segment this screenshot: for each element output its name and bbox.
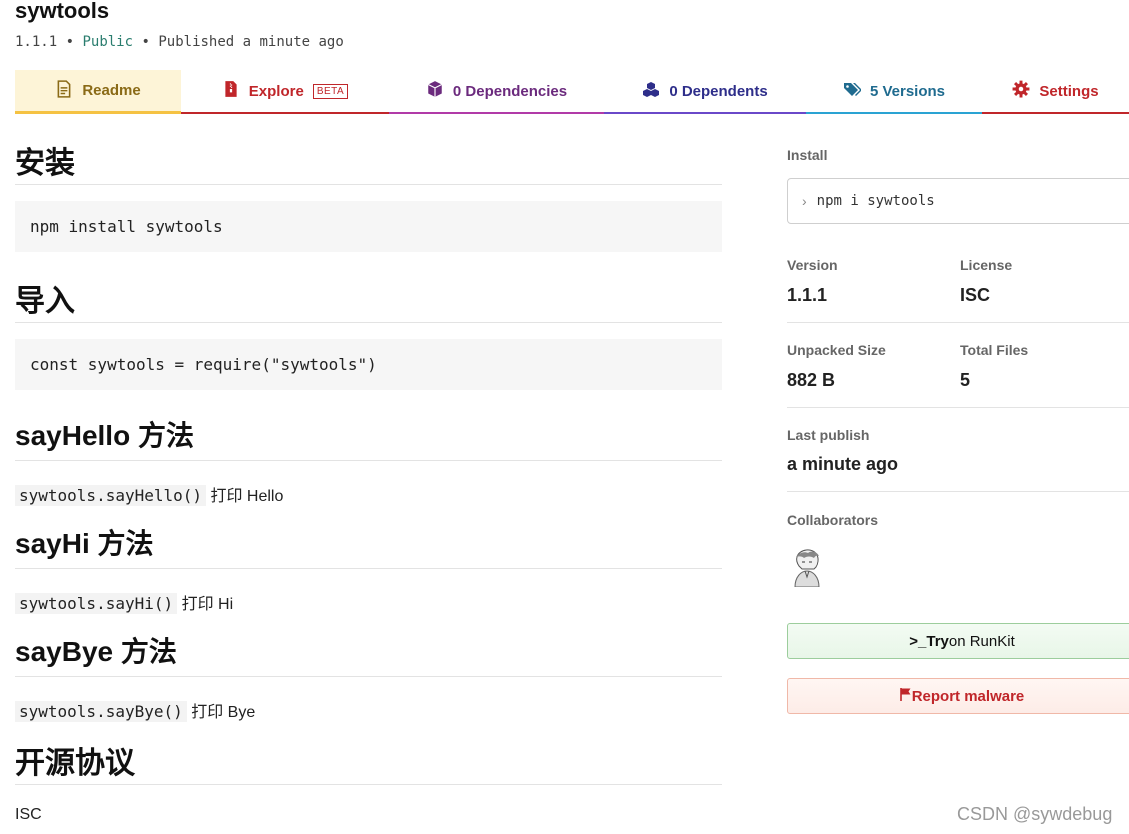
visibility-label: Public — [82, 34, 134, 50]
license-text: ISC — [15, 806, 42, 823]
tab-settings[interactable]: Settings — [982, 70, 1129, 114]
version-value: 1.1.1 — [787, 285, 828, 305]
license-value: ISC — [960, 285, 991, 305]
zip-file-icon — [222, 80, 240, 102]
sayhi-description: sywtools.sayHi() 打印 Hi — [15, 590, 233, 614]
unpacked-size-value: 882 B — [787, 370, 836, 390]
heading-sayhi: sayHi 方法 — [15, 522, 722, 569]
code-import: const sywtools = require("sywtools") — [15, 339, 722, 390]
last-publish-label: Last publish — [787, 427, 870, 443]
tab-label: Explore — [248, 82, 304, 100]
chevron-right-icon: › — [802, 193, 807, 209]
watermark: CSDN @sywdebug — [957, 804, 1113, 824]
inline-code: sywtools.sayHi() — [15, 593, 178, 614]
last-publish-value: a minute ago — [787, 454, 899, 474]
package-version: 1.1.1 — [15, 34, 58, 50]
collaborators-label: Collaborators — [787, 512, 879, 528]
sayhello-description: sywtools.sayHello() 打印 Hello — [15, 482, 283, 506]
tab-label: 0 Dependents — [669, 82, 768, 100]
tags-icon — [843, 80, 862, 102]
install-command-box[interactable]: › npm i sywtools — [787, 178, 1129, 224]
try-on-runkit-button[interactable]: >_ Try on RunKit — [787, 623, 1129, 659]
tab-label: Readme — [82, 82, 141, 99]
beta-badge: BETA — [312, 83, 349, 99]
boxes-icon — [642, 80, 660, 102]
install-command: npm i sywtools — [816, 193, 935, 209]
terminal-icon: >_ — [909, 632, 927, 650]
tab-dependents[interactable]: 0 Dependents — [604, 70, 806, 114]
heading-install: 安装 — [15, 138, 722, 185]
tab-label: 5 Versions — [869, 82, 946, 100]
package-tabs: Readme Explore BETA 0 Dependencies 0 Dep… — [15, 70, 1129, 114]
flag-icon — [899, 687, 912, 705]
package-title: sywtools — [15, 0, 110, 23]
saybye-description: sywtools.sayBye() 打印 Bye — [15, 698, 255, 722]
package-meta: 1.1.1 • Public • Published a minute ago — [15, 34, 344, 50]
inline-code: sywtools.sayHello() — [15, 485, 207, 506]
tab-label: 0 Dependencies — [452, 82, 568, 100]
code-install: npm install sywtools — [15, 201, 722, 252]
divider — [787, 322, 1129, 323]
unpacked-size-label: Unpacked Size — [787, 342, 886, 358]
file-text-icon — [55, 79, 73, 102]
total-files-label: Total Files — [960, 342, 1029, 358]
divider — [787, 491, 1129, 492]
tab-explore[interactable]: Explore BETA — [181, 70, 389, 114]
gear-icon — [1012, 80, 1030, 102]
tab-versions[interactable]: 5 Versions — [806, 70, 982, 114]
collaborator-avatar[interactable] — [787, 543, 827, 588]
heading-import: 导入 — [15, 276, 722, 323]
version-label: Version — [787, 257, 838, 273]
tab-dependencies[interactable]: 0 Dependencies — [389, 70, 604, 114]
heading-sayhello: sayHello 方法 — [15, 414, 722, 461]
tab-readme[interactable]: Readme — [15, 70, 181, 114]
tab-label: Settings — [1039, 82, 1099, 100]
divider — [787, 407, 1129, 408]
license-label: License — [960, 257, 1013, 273]
total-files-value: 5 — [960, 370, 971, 390]
report-malware-button[interactable]: Report malware — [787, 678, 1129, 714]
heading-license: 开源协议 — [15, 738, 722, 785]
inline-code: sywtools.sayBye() — [15, 701, 187, 722]
published-time: Published a minute ago — [158, 34, 344, 50]
box-icon — [426, 80, 444, 102]
install-label: Install — [787, 147, 828, 163]
heading-saybye: sayBye 方法 — [15, 630, 722, 677]
